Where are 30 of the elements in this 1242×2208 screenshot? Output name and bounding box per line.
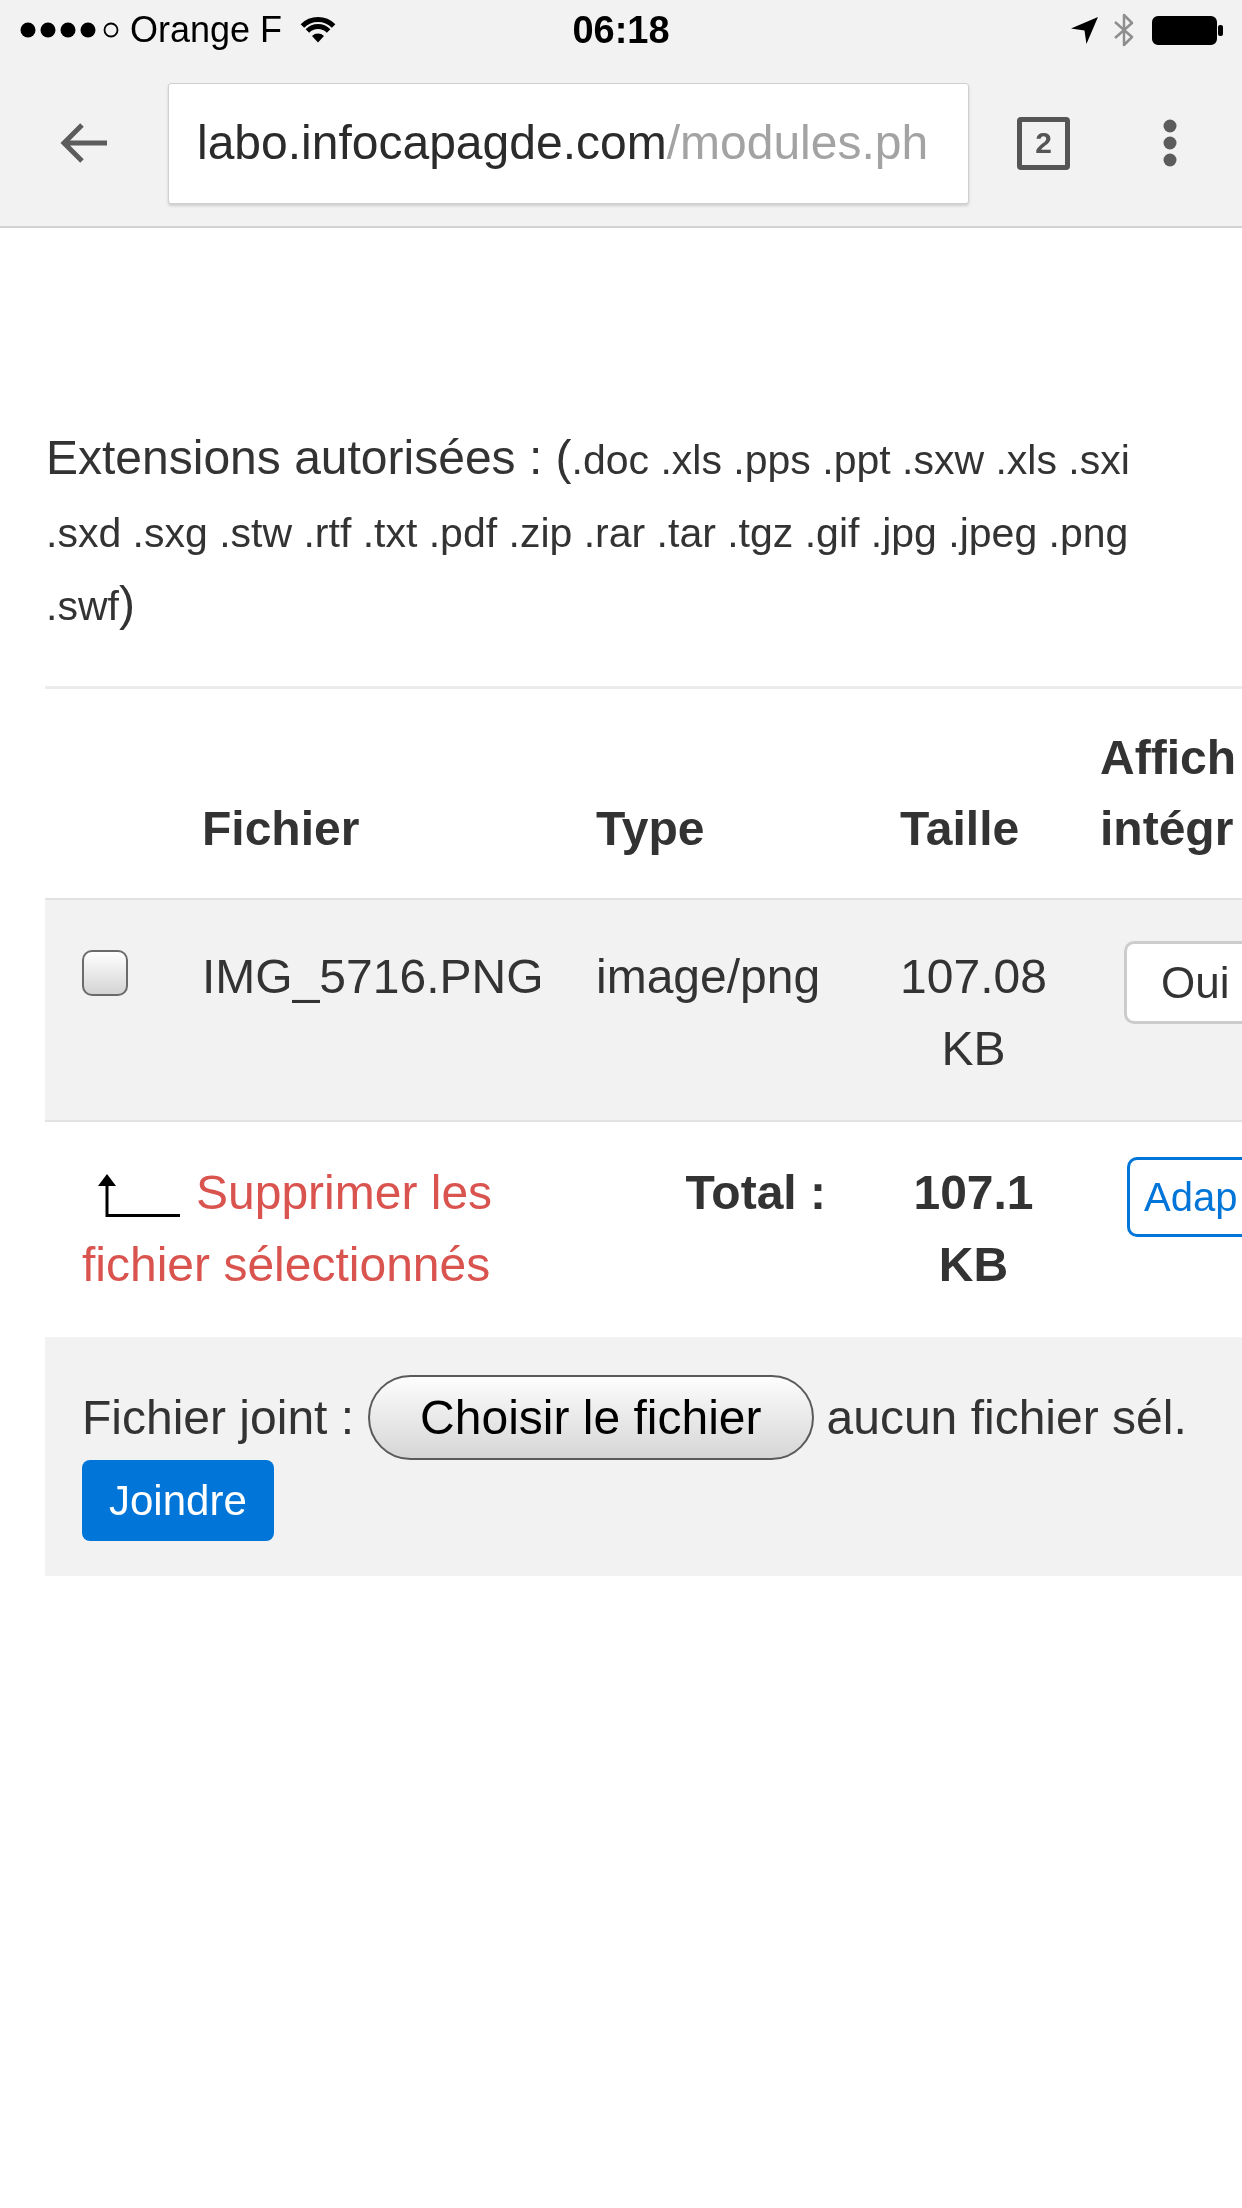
checkbox[interactable] xyxy=(82,950,128,996)
file-name: IMG_5716.PNG xyxy=(202,950,544,1003)
tab-switcher-button[interactable]: 2 xyxy=(1017,116,1070,170)
file-type: image/png xyxy=(596,950,821,1003)
location-arrow-icon xyxy=(1071,16,1098,44)
choose-file-button[interactable]: Choisir le fichier xyxy=(368,1375,814,1460)
total-size: 107.1 KB xyxy=(913,1166,1034,1291)
clock-time: 06:18 xyxy=(572,11,670,49)
back-arrow-icon[interactable] xyxy=(59,121,109,165)
attach-button[interactable]: Joindre xyxy=(82,1460,274,1541)
attachment-label: Fichier joint : xyxy=(82,1393,355,1442)
menu-icon[interactable] xyxy=(1163,119,1177,167)
corner-up-arrow-icon xyxy=(95,1174,180,1219)
column-header: Type xyxy=(596,802,705,855)
total-label: Total : xyxy=(685,1166,826,1219)
column-header: Fichier xyxy=(202,802,360,855)
yes-button[interactable]: Oui xyxy=(1124,941,1242,1024)
adapt-button[interactable]: Adap xyxy=(1127,1157,1242,1237)
bluetooth-icon xyxy=(1112,13,1136,47)
carrier-name: Orange F xyxy=(130,12,283,48)
column-header: Affich intégr xyxy=(1100,731,1236,855)
allowed-extensions-text: Extensions autorisées : (.doc .xls .pps .ppt .sxw .xls .sxi .sxd .sxg .stw .rtf .txt .pdf .zip .rar .tar .tgz .gif .jpg .jpeg .png .swf) xyxy=(46,430,1131,632)
url-field[interactable]: labo.infocapagde.com/modules.ph xyxy=(168,82,969,204)
file-size: 107.08 KB xyxy=(900,950,1047,1075)
delete-selected-link[interactable]: Supprimer les fichier sélectionnés xyxy=(82,1157,520,1301)
battery-icon xyxy=(1152,15,1223,45)
column-header: Taille xyxy=(900,802,1020,855)
no-file-selected-text: aucun fichier sél. xyxy=(826,1393,1187,1442)
wifi-icon xyxy=(300,16,337,44)
signal-strength-icon xyxy=(20,22,120,38)
